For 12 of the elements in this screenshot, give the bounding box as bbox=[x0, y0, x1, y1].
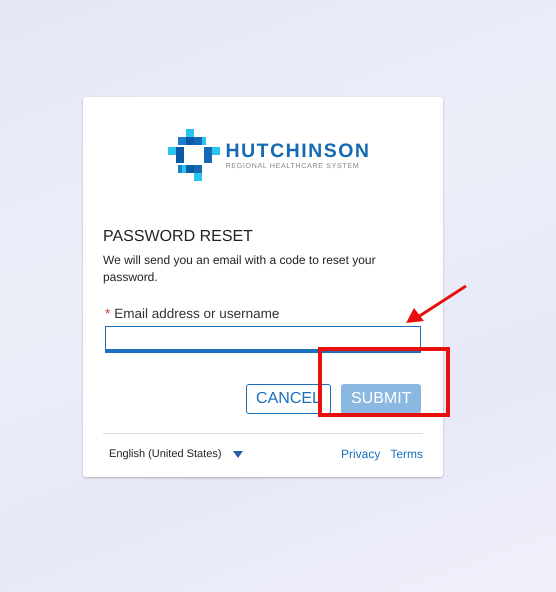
caret-icon[interactable] bbox=[232, 450, 242, 458]
field-label: Email address or username bbox=[114, 306, 280, 321]
footer-link[interactable]: Terms bbox=[390, 447, 423, 461]
language-selector[interactable]: English (United States) bbox=[109, 448, 222, 460]
description-text: We will send you an email with a code to reset your password. bbox=[103, 252, 377, 286]
footer-link[interactable]: Privacy bbox=[340, 447, 380, 461]
page-heading: PASSWORD RESET bbox=[103, 228, 254, 246]
cross-logo-icon bbox=[168, 129, 220, 181]
email-input-field[interactable] bbox=[105, 326, 421, 353]
logo-name: HUTCHINSON bbox=[226, 140, 370, 160]
cancel-button[interactable]: CANCEL bbox=[246, 384, 331, 414]
required-mark: * bbox=[105, 306, 110, 321]
